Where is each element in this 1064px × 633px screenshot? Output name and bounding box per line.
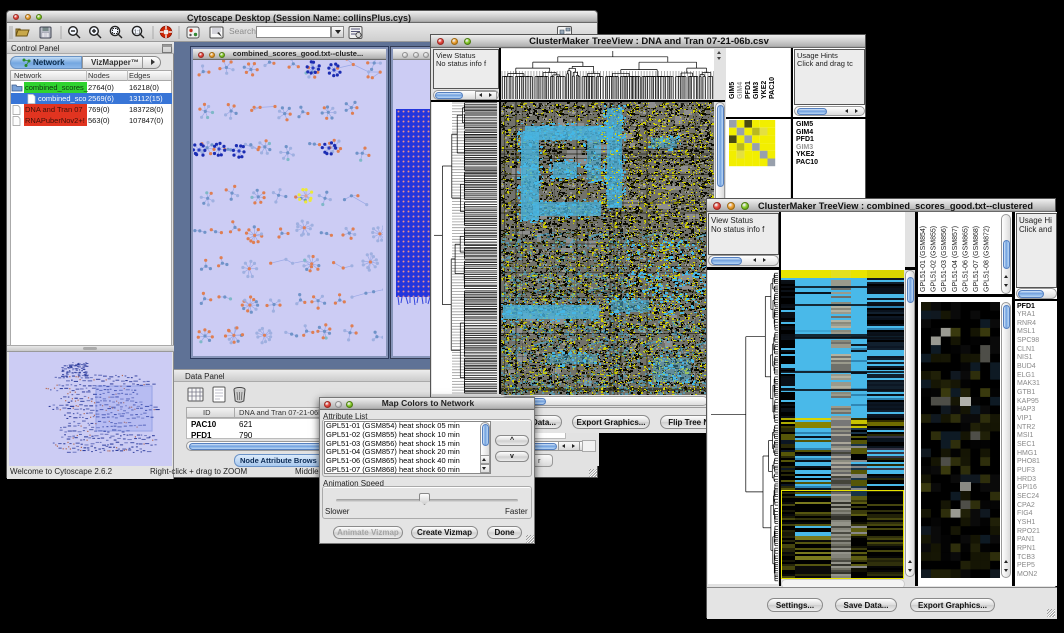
- svg-text:GIM3: GIM3: [753, 82, 760, 99]
- svg-text:1:1: 1:1: [134, 30, 141, 36]
- svg-text:GPL51-02 (GSM855): GPL51-02 (GSM855): [931, 226, 938, 292]
- svg-text:GPL51-01 (GSM854): GPL51-01 (GSM854): [920, 226, 927, 292]
- svg-text:GIM4: GIM4: [737, 82, 744, 99]
- svg-text:PFD1: PFD1: [745, 81, 752, 99]
- svg-text:GPL51-08 (GSM872): GPL51-08 (GSM872): [984, 226, 991, 292]
- svg-text:GPL51-04 (GSM857): GPL51-04 (GSM857): [952, 226, 959, 292]
- svg-text:PAC10: PAC10: [769, 77, 776, 99]
- svg-text:GPL51-07 (GSM868): GPL51-07 (GSM868): [973, 226, 980, 292]
- svg-text:GPL51-03 (GSM856): GPL51-03 (GSM856): [941, 226, 948, 292]
- svg-text:GPL51-06 (GSM865): GPL51-06 (GSM865): [962, 226, 969, 292]
- svg-text:GIM5: GIM5: [729, 82, 736, 99]
- svg-text:YKE2: YKE2: [761, 81, 768, 99]
